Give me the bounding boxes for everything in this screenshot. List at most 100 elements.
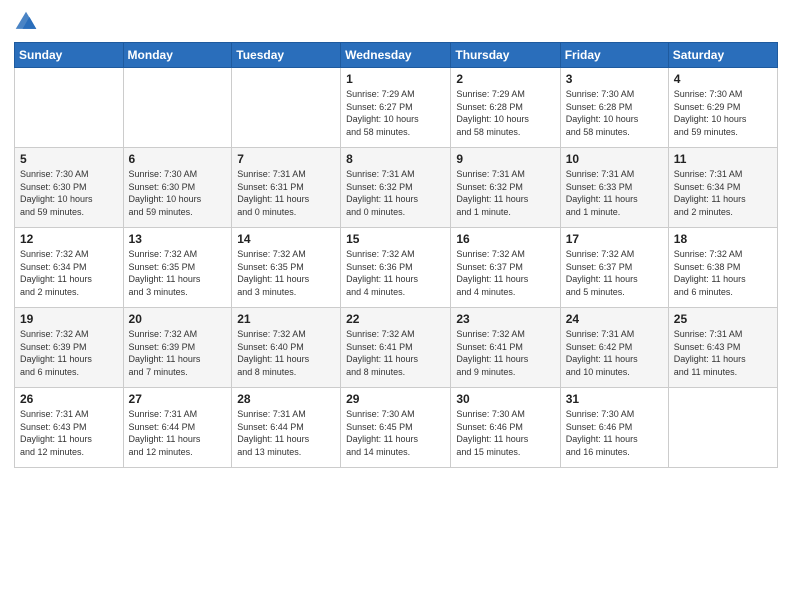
day-number: 1 [346,72,445,86]
day-info: Sunrise: 7:32 AM Sunset: 6:36 PM Dayligh… [346,248,445,298]
day-number: 22 [346,312,445,326]
day-info: Sunrise: 7:30 AM Sunset: 6:46 PM Dayligh… [566,408,663,458]
calendar-week-row: 19 Sunrise: 7:32 AM Sunset: 6:39 PM Dayli… [15,308,778,388]
day-info: Sunrise: 7:31 AM Sunset: 6:43 PM Dayligh… [674,328,772,378]
header [14,10,778,34]
day-number: 5 [20,152,118,166]
calendar-cell: 3 Sunrise: 7:30 AM Sunset: 6:28 PM Daylig… [560,68,668,148]
calendar-cell: 8 Sunrise: 7:31 AM Sunset: 6:32 PM Daylig… [341,148,451,228]
calendar-cell: 17Sunrise: 7:32 AM Sunset: 6:37 PM Dayli… [560,228,668,308]
calendar-week-row: 26 Sunrise: 7:31 AM Sunset: 6:43 PM Dayli… [15,388,778,468]
day-number: 11 [674,152,772,166]
day-number: 23 [456,312,554,326]
calendar-week-row: 5 Sunrise: 7:30 AM Sunset: 6:30 PM Daylig… [15,148,778,228]
calendar-cell: 23 Sunrise: 7:32 AM Sunset: 6:41 PM Dayli… [451,308,560,388]
day-number: 12 [20,232,118,246]
day-info: Sunrise: 7:32 AM Sunset: 6:35 PM Dayligh… [237,248,335,298]
day-info: Sunrise: 7:31 AM Sunset: 6:42 PM Dayligh… [566,328,663,378]
weekday-header: Saturday [668,43,777,68]
day-number: 27 [129,392,227,406]
day-info: Sunrise: 7:32 AM Sunset: 6:37 PM Dayligh… [456,248,554,298]
calendar-cell: 13Sunrise: 7:32 AM Sunset: 6:35 PM Dayli… [123,228,232,308]
calendar-cell: 12Sunrise: 7:32 AM Sunset: 6:34 PM Dayli… [15,228,124,308]
day-number: 15 [346,232,445,246]
calendar-cell: 19 Sunrise: 7:32 AM Sunset: 6:39 PM Dayli… [15,308,124,388]
day-number: 8 [346,152,445,166]
calendar-header-row: SundayMondayTuesdayWednesdayThursdayFrid… [15,43,778,68]
day-number: 6 [129,152,227,166]
day-info: Sunrise: 7:32 AM Sunset: 6:40 PM Dayligh… [237,328,335,378]
calendar-cell: 30 Sunrise: 7:30 AM Sunset: 6:46 PM Dayli… [451,388,560,468]
calendar-cell: 1 Sunrise: 7:29 AM Sunset: 6:27 PM Daylig… [341,68,451,148]
calendar-cell: 9 Sunrise: 7:31 AM Sunset: 6:32 PM Daylig… [451,148,560,228]
day-info: Sunrise: 7:31 AM Sunset: 6:32 PM Dayligh… [346,168,445,218]
calendar-week-row: 1 Sunrise: 7:29 AM Sunset: 6:27 PM Daylig… [15,68,778,148]
logo [14,10,42,34]
calendar-cell: 15 Sunrise: 7:32 AM Sunset: 6:36 PM Dayli… [341,228,451,308]
calendar-cell [232,68,341,148]
weekday-header: Wednesday [341,43,451,68]
calendar-cell: 10 Sunrise: 7:31 AM Sunset: 6:33 PM Dayli… [560,148,668,228]
calendar-cell: 28 Sunrise: 7:31 AM Sunset: 6:44 PM Dayli… [232,388,341,468]
day-info: Sunrise: 7:30 AM Sunset: 6:45 PM Dayligh… [346,408,445,458]
day-info: Sunrise: 7:30 AM Sunset: 6:46 PM Dayligh… [456,408,554,458]
calendar-cell: 31 Sunrise: 7:30 AM Sunset: 6:46 PM Dayli… [560,388,668,468]
day-info: Sunrise: 7:32 AM Sunset: 6:37 PM Dayligh… [566,248,663,298]
day-number: 9 [456,152,554,166]
day-info: Sunrise: 7:31 AM Sunset: 6:33 PM Dayligh… [566,168,663,218]
day-info: Sunrise: 7:30 AM Sunset: 6:30 PM Dayligh… [129,168,227,218]
calendar-cell [668,388,777,468]
calendar-cell: 22 Sunrise: 7:32 AM Sunset: 6:41 PM Dayli… [341,308,451,388]
day-info: Sunrise: 7:31 AM Sunset: 6:34 PM Dayligh… [674,168,772,218]
weekday-header: Thursday [451,43,560,68]
day-info: Sunrise: 7:32 AM Sunset: 6:41 PM Dayligh… [456,328,554,378]
calendar-table: SundayMondayTuesdayWednesdayThursdayFrid… [14,42,778,468]
calendar-cell: 21 Sunrise: 7:32 AM Sunset: 6:40 PM Dayli… [232,308,341,388]
day-number: 7 [237,152,335,166]
calendar-cell: 6 Sunrise: 7:30 AM Sunset: 6:30 PM Daylig… [123,148,232,228]
day-number: 3 [566,72,663,86]
day-info: Sunrise: 7:31 AM Sunset: 6:44 PM Dayligh… [237,408,335,458]
day-number: 2 [456,72,554,86]
day-info: Sunrise: 7:29 AM Sunset: 6:27 PM Dayligh… [346,88,445,138]
day-number: 30 [456,392,554,406]
day-info: Sunrise: 7:30 AM Sunset: 6:30 PM Dayligh… [20,168,118,218]
weekday-header: Sunday [15,43,124,68]
day-info: Sunrise: 7:31 AM Sunset: 6:44 PM Dayligh… [129,408,227,458]
day-info: Sunrise: 7:30 AM Sunset: 6:29 PM Dayligh… [674,88,772,138]
weekday-header: Tuesday [232,43,341,68]
day-info: Sunrise: 7:32 AM Sunset: 6:39 PM Dayligh… [20,328,118,378]
calendar-cell: 7 Sunrise: 7:31 AM Sunset: 6:31 PM Daylig… [232,148,341,228]
calendar-cell: 25Sunrise: 7:31 AM Sunset: 6:43 PM Dayli… [668,308,777,388]
day-number: 21 [237,312,335,326]
day-number: 28 [237,392,335,406]
day-number: 14 [237,232,335,246]
day-info: Sunrise: 7:32 AM Sunset: 6:41 PM Dayligh… [346,328,445,378]
day-number: 31 [566,392,663,406]
day-info: Sunrise: 7:32 AM Sunset: 6:35 PM Dayligh… [129,248,227,298]
calendar-cell: 18Sunrise: 7:32 AM Sunset: 6:38 PM Dayli… [668,228,777,308]
day-number: 29 [346,392,445,406]
day-info: Sunrise: 7:30 AM Sunset: 6:28 PM Dayligh… [566,88,663,138]
calendar-cell [123,68,232,148]
calendar-cell: 14 Sunrise: 7:32 AM Sunset: 6:35 PM Dayli… [232,228,341,308]
calendar-cell: 5 Sunrise: 7:30 AM Sunset: 6:30 PM Daylig… [15,148,124,228]
calendar-cell: 16Sunrise: 7:32 AM Sunset: 6:37 PM Dayli… [451,228,560,308]
day-number: 10 [566,152,663,166]
day-info: Sunrise: 7:31 AM Sunset: 6:43 PM Dayligh… [20,408,118,458]
calendar-cell: 20Sunrise: 7:32 AM Sunset: 6:39 PM Dayli… [123,308,232,388]
day-info: Sunrise: 7:29 AM Sunset: 6:28 PM Dayligh… [456,88,554,138]
day-info: Sunrise: 7:31 AM Sunset: 6:32 PM Dayligh… [456,168,554,218]
calendar-cell: 29 Sunrise: 7:30 AM Sunset: 6:45 PM Dayli… [341,388,451,468]
day-number: 26 [20,392,118,406]
logo-icon [14,10,38,34]
calendar-cell: 24 Sunrise: 7:31 AM Sunset: 6:42 PM Dayli… [560,308,668,388]
calendar-cell: 4Sunrise: 7:30 AM Sunset: 6:29 PM Daylig… [668,68,777,148]
day-info: Sunrise: 7:31 AM Sunset: 6:31 PM Dayligh… [237,168,335,218]
weekday-header: Friday [560,43,668,68]
calendar-cell: 27 Sunrise: 7:31 AM Sunset: 6:44 PM Dayli… [123,388,232,468]
day-number: 19 [20,312,118,326]
calendar-week-row: 12Sunrise: 7:32 AM Sunset: 6:34 PM Dayli… [15,228,778,308]
day-number: 24 [566,312,663,326]
day-info: Sunrise: 7:32 AM Sunset: 6:39 PM Dayligh… [129,328,227,378]
